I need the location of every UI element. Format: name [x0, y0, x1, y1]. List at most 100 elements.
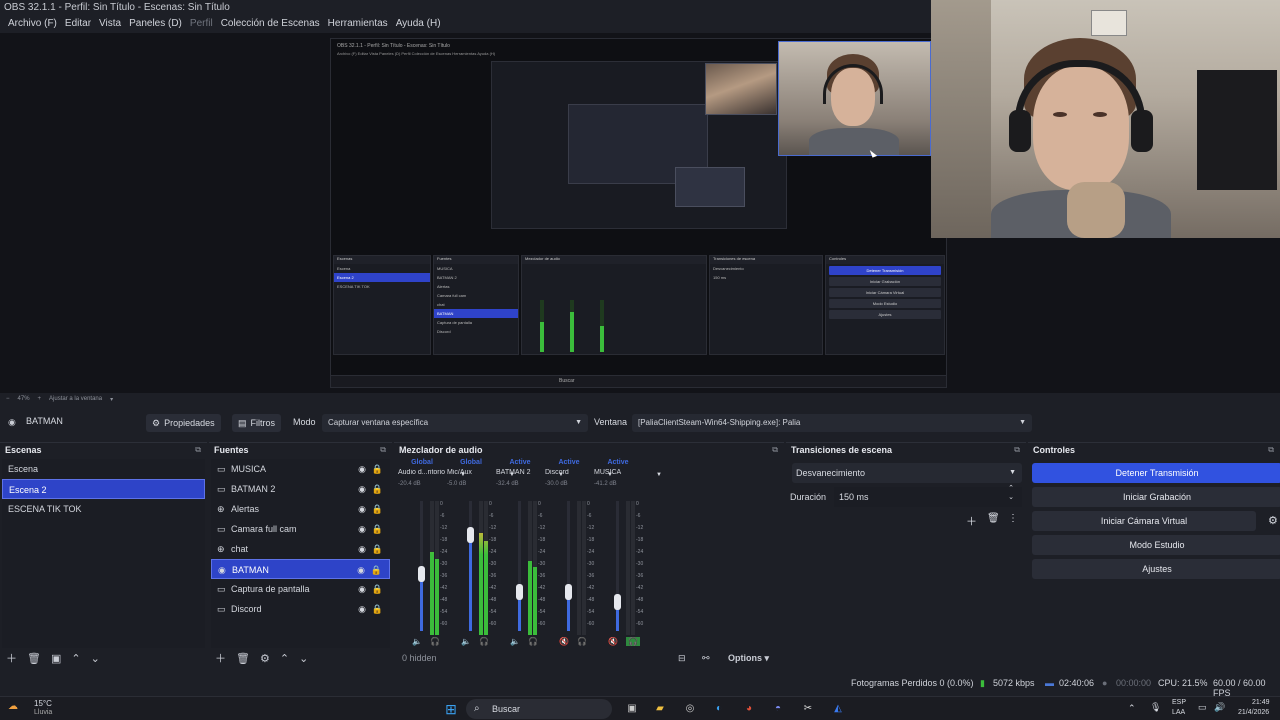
menu-perfil[interactable]: Perfil	[186, 16, 217, 32]
language-layout[interactable]: LAA	[1172, 709, 1185, 716]
scene-item[interactable]: Escena 2	[2, 479, 205, 499]
chrome-icon[interactable]: ◕	[741, 702, 757, 716]
eye-icon[interactable]: ◉	[358, 519, 366, 539]
lock-icon[interactable]: 🔒	[372, 499, 383, 519]
eye-icon[interactable]: ◉	[358, 459, 366, 479]
volume-fader[interactable]	[565, 501, 572, 631]
eye-icon[interactable]: ◉	[358, 599, 366, 619]
more-vertical-icon[interactable]: ⋮	[1008, 513, 1018, 524]
headphones-icon[interactable]: 🎧	[430, 637, 440, 646]
speaker-icon[interactable]: 🔈	[461, 637, 471, 646]
dock-menu-icon[interactable]: ⧉	[195, 443, 201, 457]
lock-icon[interactable]: 🔒	[372, 599, 383, 619]
eye-icon[interactable]: ◉	[358, 579, 366, 599]
volume-fader[interactable]	[614, 501, 621, 631]
arrow-down-icon[interactable]: ⌄	[299, 652, 308, 665]
discord-icon[interactable]: ◓	[770, 702, 786, 716]
speaker-icon[interactable]: 🔈	[412, 637, 422, 646]
source-item[interactable]: ⊕ Alertas ◉ 🔒	[211, 499, 390, 519]
zoom-fit[interactable]: Ajustar a la ventana	[49, 396, 102, 402]
edge-icon[interactable]: ◐	[711, 702, 727, 716]
volume-fader[interactable]	[467, 501, 474, 631]
dock-menu-icon[interactable]: ⧉	[1014, 443, 1020, 457]
fader-handle[interactable]	[467, 527, 474, 543]
mode-select[interactable]: Capturar ventana específica ▼	[322, 414, 588, 432]
headphones-icon[interactable]: 🎧	[625, 637, 640, 646]
fader-handle[interactable]	[418, 566, 425, 582]
chevron-down-icon[interactable]: ▼	[656, 472, 662, 478]
mixer-channel-name[interactable]: Mic/Aux	[447, 469, 495, 481]
lock-icon[interactable]: 🔒	[372, 579, 383, 599]
filters-button[interactable]: ▤ Filtros	[232, 414, 282, 432]
menu-herramientas[interactable]: Herramientas	[324, 16, 392, 32]
lock-icon[interactable]: 🔒	[372, 479, 383, 499]
mixer-channel-name[interactable]: Audio d...ritorio	[398, 469, 446, 481]
fader-handle[interactable]	[614, 594, 621, 610]
volume-fader[interactable]	[418, 501, 425, 631]
dock-menu-icon[interactable]: ⧉	[380, 443, 386, 457]
zoom-in-icon[interactable]: +	[38, 396, 42, 402]
muted-speaker-icon[interactable]: 🔇	[608, 637, 618, 646]
source-item[interactable]: ▭ Captura de pantalla ◉ 🔒	[211, 579, 390, 599]
mixer-channel-name[interactable]: MUSICA	[594, 469, 642, 481]
spin-arrows-icon[interactable]: ⌃ ⌄	[1008, 484, 1014, 502]
headphones-icon[interactable]: 🎧	[479, 637, 489, 646]
duration-input[interactable]: 150 ms ⌃ ⌄	[834, 484, 1022, 507]
volume-fader[interactable]	[516, 501, 523, 631]
source-item[interactable]: ◉ BATMAN ◉ 🔒	[211, 559, 390, 579]
dock-menu-icon[interactable]: ⧉	[772, 443, 778, 457]
gear-icon[interactable]: ⚙	[260, 652, 270, 665]
add-icon[interactable]: ＋	[215, 650, 226, 666]
arrow-up-icon[interactable]: ⌃	[280, 652, 289, 665]
network-icon[interactable]: ▭	[1198, 702, 1207, 713]
properties-button[interactable]: ⚙ Propiedades	[146, 414, 221, 432]
fader-handle[interactable]	[565, 584, 572, 600]
capcut-icon[interactable]: ✂	[800, 702, 816, 716]
menu-ayuda[interactable]: Ayuda (H)	[392, 16, 445, 32]
lock-icon[interactable]: 🔒	[372, 459, 383, 479]
lock-icon[interactable]: 🔒	[372, 519, 383, 539]
settings-button[interactable]: Ajustes	[1032, 559, 1280, 579]
mixer-channel-name[interactable]: Discord	[545, 469, 593, 481]
windows-start-icon[interactable]: ⊞	[443, 702, 459, 716]
source-item[interactable]: ▭ MUSICA ◉ 🔒	[211, 459, 390, 479]
source-item[interactable]: ⊕ chat ◉ 🔒	[211, 539, 390, 559]
file-explorer-icon[interactable]: ▰	[652, 702, 668, 716]
add-icon[interactable]: ＋	[966, 513, 977, 529]
source-item[interactable]: ▭ Discord ◉ 🔒	[211, 599, 390, 619]
menu-editar[interactable]: Editar	[61, 16, 95, 32]
scene-item[interactable]: ESCENA TIK TOK	[2, 499, 205, 519]
trash-icon[interactable]: 🗑	[27, 652, 41, 665]
mixer-channel-name[interactable]: BATMAN 2	[496, 469, 544, 481]
eye-icon[interactable]: ◉	[358, 479, 366, 499]
eye-icon[interactable]: ◉	[358, 499, 366, 519]
dock-menu-icon[interactable]: ⧉	[1268, 443, 1274, 457]
menu-coleccion-escenas[interactable]: Colección de Escenas	[217, 16, 324, 32]
trash-icon[interactable]: 🗑	[987, 513, 1000, 524]
start-recording-button[interactable]: Iniciar Grabación	[1032, 487, 1280, 507]
arrow-up-icon[interactable]: ⌃	[71, 652, 80, 665]
chevron-down-icon[interactable]: ▾	[110, 396, 113, 403]
filter-icon[interactable]: ▣	[51, 652, 61, 665]
gear-icon[interactable]: ⚙	[1268, 514, 1278, 527]
trash-icon[interactable]: 🗑	[236, 652, 250, 665]
app-icon[interactable]: ◭	[830, 702, 846, 716]
studio-mode-button[interactable]: Modo Estudio	[1032, 535, 1280, 555]
scene-item[interactable]: Escena	[2, 459, 205, 479]
lock-icon[interactable]: 🔒	[371, 560, 382, 580]
eye-icon[interactable]: ◉	[357, 560, 365, 580]
menu-paneles[interactable]: Paneles (D)	[125, 16, 186, 32]
lock-icon[interactable]: 🔒	[372, 539, 383, 559]
mixer-options-button[interactable]: Options ▾	[728, 653, 769, 664]
chevron-up-icon[interactable]: ⌃	[1128, 703, 1136, 714]
menu-vista[interactable]: Vista	[95, 16, 125, 32]
zoom-out-icon[interactable]: −	[6, 396, 10, 402]
start-virtual-cam-button[interactable]: Iniciar Cámara Virtual	[1032, 511, 1256, 531]
eye-icon[interactable]: ◉	[358, 539, 366, 559]
language[interactable]: ESP	[1172, 699, 1186, 706]
stop-stream-button[interactable]: Detener Transmisión	[1032, 463, 1280, 483]
mic-icon[interactable]: 🎙	[1150, 702, 1161, 713]
menu-archivo[interactable]: Archivo (F)	[4, 16, 61, 32]
obs-icon[interactable]: ◎	[682, 702, 698, 716]
fader-handle[interactable]	[516, 584, 523, 600]
